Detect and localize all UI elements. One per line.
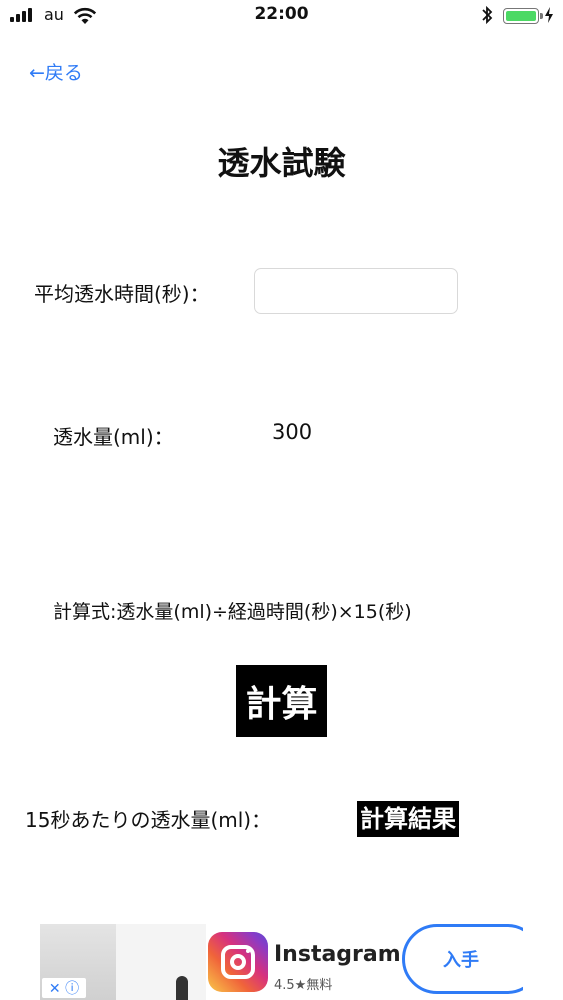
formula-text: 計算式:透水量(ml)÷経過時間(秒)×15(秒) [53, 601, 412, 623]
battery-level [506, 11, 536, 21]
volume-value: 300 [272, 420, 313, 444]
calculate-button[interactable]: 計算 [236, 665, 327, 737]
result-label: 15秒あたりの透水量(ml)： [25, 808, 272, 832]
ad-close-info-icons[interactable]: ✕ ⓘ [42, 978, 86, 998]
ad-app-name: Instagram [274, 942, 401, 967]
back-button[interactable]: ←戻る [29, 58, 83, 85]
status-bar: au 22:00 [0, 0, 563, 32]
instagram-icon [208, 932, 268, 992]
ad-image-left: ✕ ⓘ [40, 924, 116, 1000]
volume-label: 透水量(ml)： [53, 425, 174, 449]
result-value: 計算結果 [357, 801, 459, 837]
battery-icon [503, 8, 543, 24]
bluetooth-icon [482, 5, 493, 25]
ad-photo [116, 924, 206, 1000]
avg-time-label: 平均透水時間(秒)： [34, 282, 210, 306]
page-title: 透水試験 [217, 144, 346, 182]
avg-time-input[interactable] [254, 268, 458, 314]
ad-get-button[interactable]: 入手 [402, 924, 523, 994]
status-time: 22:00 [254, 4, 309, 24]
charging-bolt-icon [545, 7, 553, 23]
ad-banner[interactable]: ✕ ⓘ Instagram 4.5★無料 入手 [40, 924, 523, 1000]
ad-rating: 4.5★無料 [274, 978, 333, 993]
